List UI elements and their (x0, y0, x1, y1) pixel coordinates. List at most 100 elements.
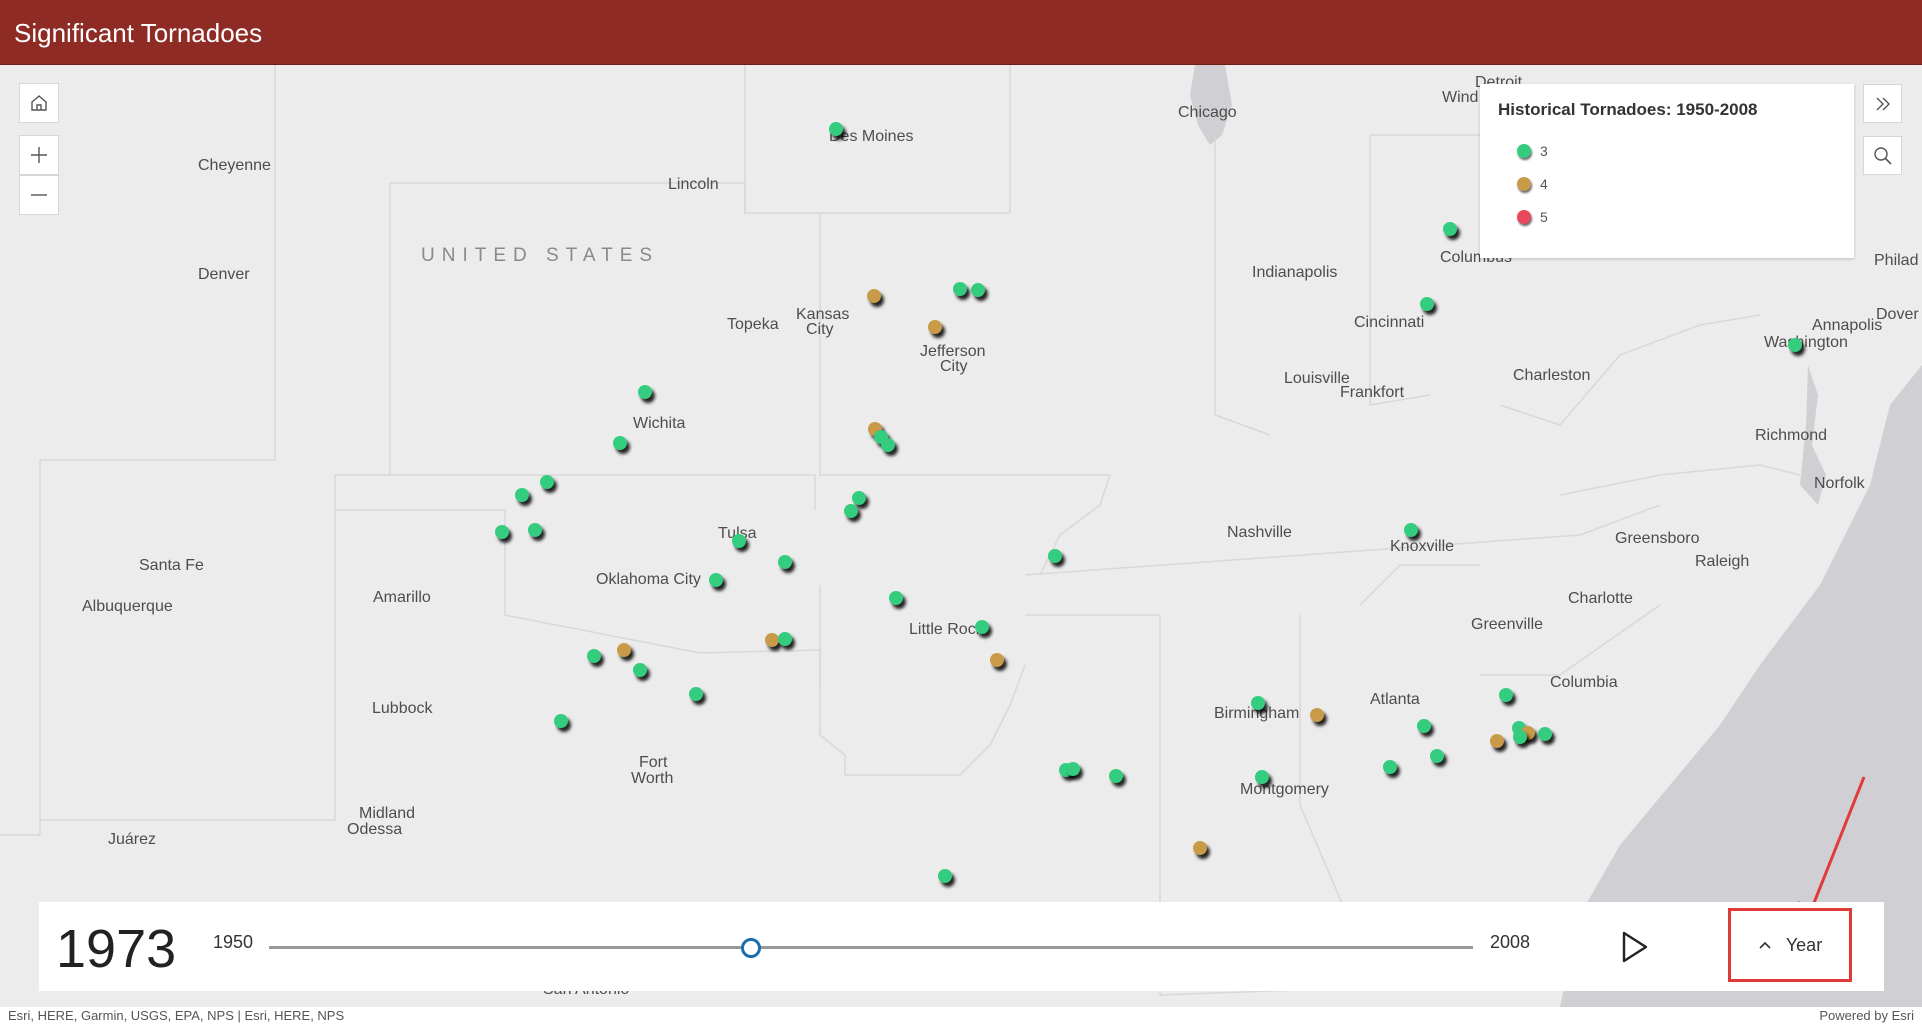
tornado-point-f4[interactable] (765, 633, 779, 647)
tornado-point-f3[interactable] (1251, 696, 1265, 710)
city-label: Denver (198, 266, 250, 283)
tornado-point-f3[interactable] (881, 438, 895, 452)
slider-max-label: 2008 (1490, 932, 1531, 952)
tornado-point-f4[interactable] (928, 320, 942, 334)
city-label: Montgomery (1240, 781, 1329, 798)
tornado-point-f3[interactable] (1417, 719, 1431, 733)
legend-label-f4: 4 (1540, 176, 1548, 192)
tornado-point-f3[interactable] (633, 663, 647, 677)
slider-track[interactable] (269, 946, 1473, 949)
tornado-point-f4[interactable] (1193, 841, 1207, 855)
tornado-point-f3[interactable] (975, 620, 989, 634)
minus-icon (31, 194, 47, 196)
tornado-point-f3[interactable] (1420, 297, 1434, 311)
city-label: City (940, 358, 968, 375)
city-label: Chicago (1178, 104, 1237, 121)
tornado-point-f3[interactable] (1513, 730, 1527, 744)
tornado-point-f3[interactable] (1404, 523, 1418, 537)
city-label: Midland (359, 805, 416, 822)
tornado-point-f3[interactable] (613, 436, 627, 450)
legend-swatch-f3 (1517, 144, 1531, 158)
tornado-point-f3[interactable] (971, 283, 985, 297)
search-button[interactable] (1863, 136, 1902, 175)
tornado-point-f3[interactable] (495, 525, 509, 539)
tornado-point-f3[interactable] (587, 649, 601, 663)
tornado-point-f3[interactable] (732, 534, 746, 548)
zoom-in-button[interactable] (19, 135, 59, 175)
tornado-point-f3[interactable] (515, 488, 529, 502)
attribution-bar: Esri, HERE, Garmin, USGS, EPA, NPS | Esr… (0, 1007, 1922, 1024)
zoom-out-button[interactable] (19, 175, 59, 215)
tornado-point-f3[interactable] (953, 282, 967, 296)
time-mode-button[interactable]: Year (1728, 908, 1852, 982)
legend-label-f5: 5 (1540, 209, 1548, 225)
expand-panel-button[interactable] (1863, 84, 1902, 123)
tornado-point-f3[interactable] (709, 573, 723, 587)
tornado-point-f3[interactable] (1538, 727, 1552, 741)
tornado-point-f4[interactable] (1310, 708, 1324, 722)
tornado-point-f3[interactable] (1383, 760, 1397, 774)
tornado-point-f3[interactable] (1048, 549, 1062, 563)
city-label: Santa Fe (139, 557, 204, 574)
time-mode-label: Year (1785, 934, 1823, 955)
powered-by-text[interactable]: Powered by Esri (1819, 1008, 1914, 1023)
city-label: Greensboro (1615, 530, 1700, 547)
city-label: Fort (639, 754, 668, 771)
tornado-point-f3[interactable] (1443, 222, 1457, 236)
city-label: Wichita (633, 415, 686, 432)
slider-min-label: 1950 (213, 932, 254, 952)
tornado-point-f3[interactable] (689, 687, 703, 701)
slider-thumb[interactable] (740, 938, 761, 958)
city-label: Atlanta (1370, 691, 1420, 708)
city-label: Raleigh (1695, 553, 1750, 570)
tornado-point-f3[interactable] (528, 523, 542, 537)
double-chevron-right-icon (1876, 97, 1890, 110)
home-button[interactable] (19, 83, 59, 123)
home-icon (31, 95, 47, 111)
tornado-point-f3[interactable] (540, 475, 554, 489)
tornado-point-f4[interactable] (990, 653, 1004, 667)
tornado-point-f3[interactable] (1255, 770, 1269, 784)
tornado-point-f3[interactable] (844, 504, 858, 518)
tornado-point-f3[interactable] (778, 632, 792, 646)
tornado-point-f3[interactable] (852, 491, 866, 505)
tornado-point-f3[interactable] (1430, 749, 1444, 763)
city-label: Odessa (347, 821, 403, 838)
city-label: Cincinnati (1354, 314, 1425, 331)
city-label: Richmond (1755, 427, 1828, 444)
tornado-point-f4[interactable] (867, 289, 881, 303)
tornado-point-f3[interactable] (1109, 769, 1123, 783)
legend-swatch-f4 (1517, 177, 1531, 191)
plus-icon (31, 147, 47, 163)
city-label: Charlotte (1568, 590, 1633, 607)
tornado-point-f3[interactable] (778, 555, 792, 569)
city-label: City (806, 321, 834, 338)
city-label: Washington (1764, 334, 1848, 351)
city-label: Greenville (1471, 616, 1544, 633)
city-label: Knoxville (1390, 538, 1455, 555)
current-year-label: 1973 (56, 919, 177, 979)
city-label: Indianapolis (1252, 264, 1338, 281)
tornado-point-f3[interactable] (889, 591, 903, 605)
tornado-point-f3[interactable] (829, 122, 843, 136)
city-label: Lubbock (372, 700, 433, 717)
tornado-point-f3[interactable] (1788, 338, 1802, 352)
play-button[interactable] (1619, 929, 1651, 965)
map-view[interactable]: UNITED STATES Detroit Wind Chicago Des Moin… (0, 65, 1922, 1007)
city-label: Nashville (1227, 524, 1292, 541)
tornado-point-f4[interactable] (1490, 734, 1504, 748)
city-label: Little Rock (909, 621, 984, 638)
city-label: Cheyenne (198, 157, 271, 174)
tornado-point-f3[interactable] (1499, 688, 1513, 702)
legend-panel: Historical Tornadoes: 1950-2008 3 4 5 (1480, 84, 1854, 258)
tornado-point-f3[interactable] (938, 869, 952, 883)
city-label: Worth (631, 770, 674, 787)
attribution-text[interactable]: Esri, HERE, Garmin, USGS, EPA, NPS | Esr… (8, 1008, 344, 1023)
city-label: Charleston (1513, 367, 1591, 384)
tornado-point-f4[interactable] (617, 643, 631, 657)
tornado-point-f3[interactable] (638, 385, 652, 399)
city-label: Frankfort (1340, 384, 1405, 401)
tornado-point-f3[interactable] (1066, 762, 1080, 776)
tornado-point-f3[interactable] (554, 714, 568, 728)
chevron-up-icon (1759, 941, 1771, 949)
